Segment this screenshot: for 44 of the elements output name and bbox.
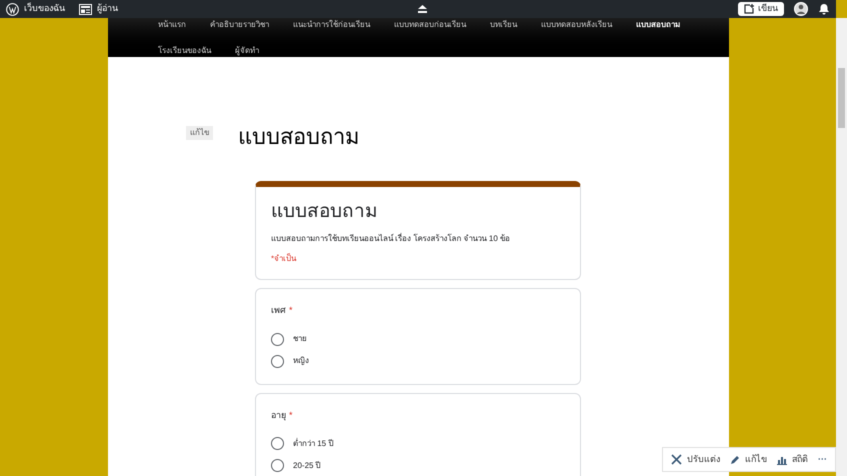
collapse-icon[interactable] — [418, 5, 427, 13]
radio-button[interactable] — [271, 332, 284, 346]
required-mark: * — [289, 304, 293, 317]
add-post-icon — [744, 4, 754, 14]
option-label: ชาย — [293, 333, 307, 345]
question-label: เพศ — [271, 304, 286, 317]
nav-link[interactable]: หน้าแรก — [158, 19, 186, 31]
scrollbar-thumb[interactable] — [838, 68, 845, 128]
pencil-icon — [730, 454, 740, 464]
customize-button[interactable]: ปรับแต่ง — [671, 452, 720, 466]
nav-link[interactable]: แนะนำการใช้ก่อนเรียน — [293, 19, 370, 31]
stats-button[interactable]: สถิติ — [777, 452, 808, 466]
option-label: หญิง — [293, 355, 309, 367]
page-title: แบบสอบถาม — [238, 123, 360, 151]
reader-link[interactable]: ผู้อ่าน — [97, 2, 118, 16]
my-site-link[interactable]: เว็บของฉัน — [24, 2, 65, 16]
option-label: 20-25 ปี — [293, 460, 321, 472]
form-description: แบบสอบถามการใช้บทเรียนออนไลน์ เรื่อง โครงสร้างโลก จำนวน 10 ข้อ — [271, 233, 512, 245]
bell-icon[interactable] — [818, 3, 830, 15]
required-note: *จำเป็น — [271, 253, 298, 265]
avatar-icon[interactable] — [794, 2, 808, 16]
radio-button[interactable] — [271, 437, 284, 450]
required-mark: * — [289, 408, 293, 422]
radio-button[interactable] — [271, 459, 284, 472]
nav-link[interactable]: แบบทดสอบก่อนเรียน — [394, 19, 466, 31]
edit-button[interactable]: แก้ไข — [730, 452, 767, 466]
option-label: ต่ำกว่า 15 ปี — [293, 438, 334, 450]
nav-link[interactable]: บทเรียน — [490, 19, 517, 31]
tools-icon — [671, 454, 682, 465]
edit-badge[interactable]: แก้ไข — [186, 126, 213, 140]
radio-button[interactable] — [271, 354, 284, 368]
nav-link[interactable]: คำอธิบายรายวิชา — [210, 19, 269, 31]
form-title: แบบสอบถาม — [271, 200, 379, 224]
bar-chart-icon — [777, 454, 787, 464]
nav-link[interactable]: แบบทดสอบหลังเรียน — [541, 19, 612, 31]
reader-icon[interactable] — [79, 4, 92, 14]
question-label: อายุ — [271, 408, 286, 422]
wordpress-logo-icon[interactable] — [6, 2, 19, 16]
more-button[interactable]: ··· — [818, 452, 827, 466]
nav-link[interactable]: โรงเรียนของฉัน — [158, 45, 211, 57]
write-button[interactable]: เขียน — [738, 2, 784, 16]
scrollbar[interactable] — [836, 18, 847, 476]
nav-link[interactable]: แบบสอบถาม — [636, 19, 680, 31]
nav-link[interactable]: ผู้จัดทำ — [235, 45, 259, 57]
